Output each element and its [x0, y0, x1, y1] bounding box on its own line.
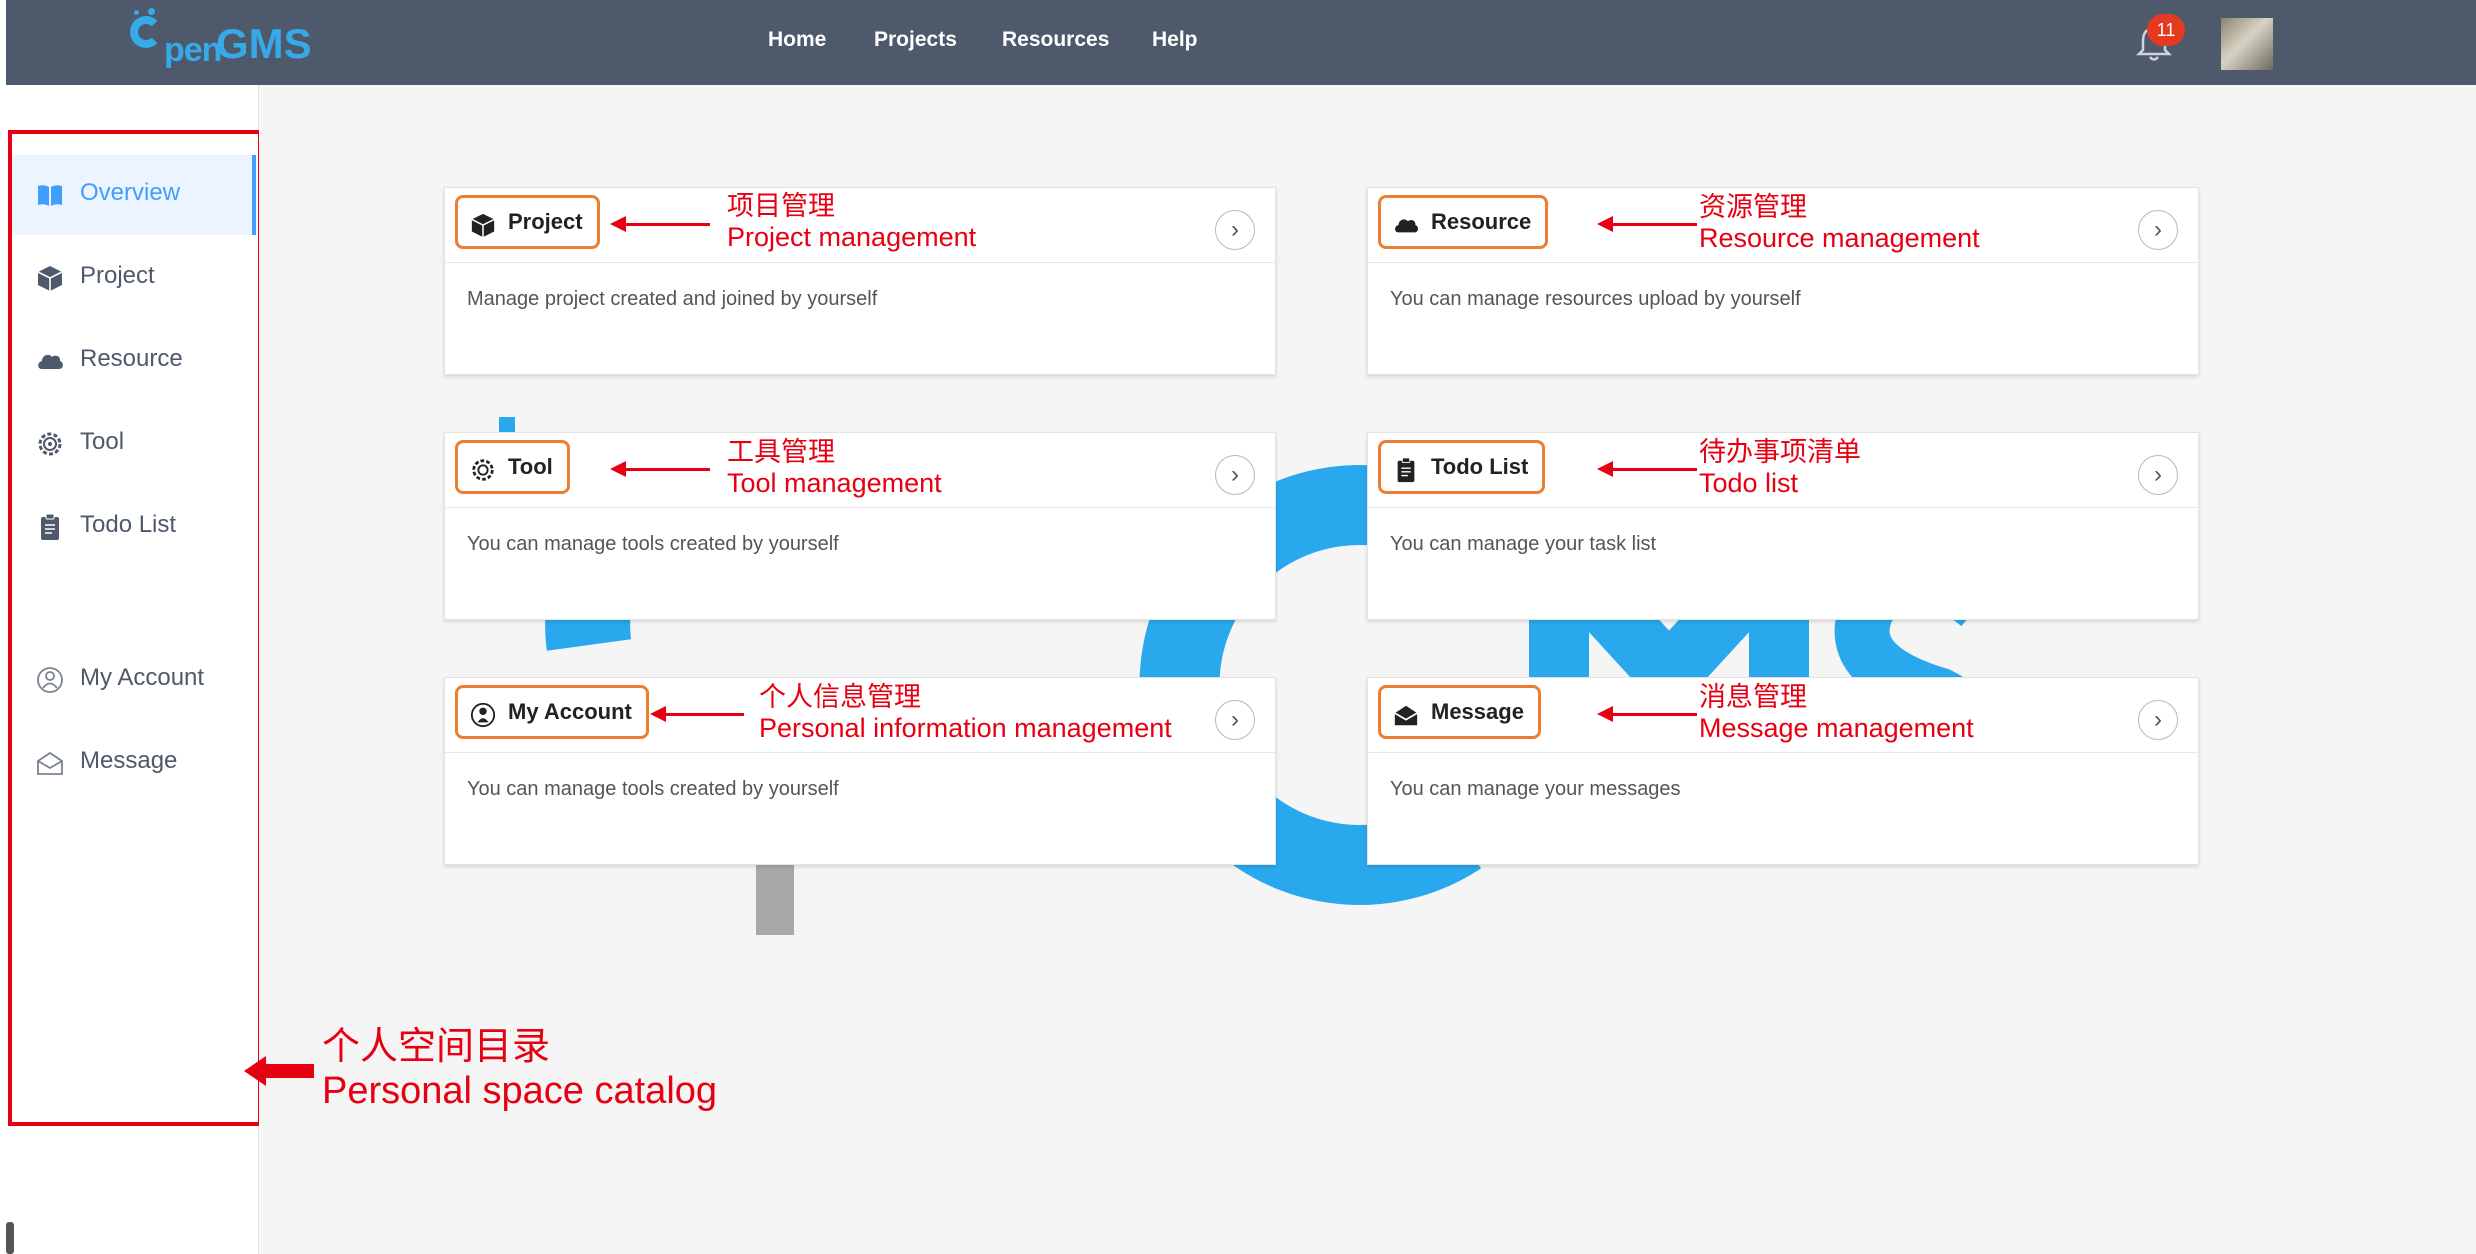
- annotation-en: Resource management: [1699, 223, 1980, 253]
- card-title[interactable]: Message: [1378, 685, 1541, 739]
- annotation-arrow: [650, 706, 744, 722]
- chevron-right-icon[interactable]: ›: [2138, 210, 2178, 250]
- annotation-cn: 待办事项清单: [1699, 437, 1861, 467]
- notification-badge[interactable]: 11: [2147, 14, 2185, 46]
- cube-icon: [471, 213, 495, 238]
- card-description: Manage project created and joined by you…: [467, 288, 878, 310]
- chevron-right-icon[interactable]: ›: [1215, 700, 1255, 740]
- chevron-right-icon[interactable]: ›: [1215, 455, 1255, 495]
- card-description: You can manage resources upload by yours…: [1390, 288, 1801, 310]
- card-title-text: Message: [1431, 699, 1524, 724]
- card-title[interactable]: My Account: [455, 685, 649, 739]
- annotation-tool: 工具管理 Tool management: [727, 437, 942, 499]
- chevron-right-icon[interactable]: ›: [2138, 700, 2178, 740]
- user-icon: [470, 702, 496, 728]
- cloud-icon: [1395, 219, 1418, 233]
- logo-dot: [134, 10, 139, 15]
- card-title-text: Project: [508, 209, 583, 234]
- card-title[interactable]: Resource: [1378, 195, 1549, 249]
- user-avatar[interactable]: [2221, 18, 2273, 70]
- clipboard-icon: [1397, 457, 1415, 483]
- card-title-text: Todo List: [1431, 454, 1529, 479]
- annotation-arrow: [1597, 461, 1697, 477]
- chevron-right-icon[interactable]: ›: [1215, 210, 1255, 250]
- card-description: You can manage your task list: [1390, 533, 1657, 555]
- sidebar-highlight-box: [8, 130, 262, 1126]
- nav-help[interactable]: Help: [1152, 28, 1198, 52]
- chevron-right-icon[interactable]: ›: [2138, 455, 2178, 495]
- nav-home[interactable]: Home: [768, 28, 826, 52]
- card-title-text: Tool: [508, 454, 553, 479]
- card-title[interactable]: Todo List: [1378, 440, 1546, 494]
- annotation-cn: 消息管理: [1699, 682, 1807, 712]
- annotation-arrow: [610, 216, 710, 232]
- card-description: You can manage your messages: [1390, 778, 1681, 800]
- top-navbar: pen GMS Home Projects Resources Help 11: [6, 0, 2476, 85]
- annotation-arrow: [1597, 216, 1697, 232]
- annotation-my-account: 个人信息管理 Personal information management: [759, 682, 1172, 744]
- card-title[interactable]: Tool: [455, 440, 570, 494]
- card-description: You can manage tools created by yourself: [467, 778, 839, 800]
- scroll-handle[interactable]: [6, 1222, 14, 1254]
- annotation-sidebar: 个人空间目录 Personal space catalog: [322, 1025, 717, 1113]
- envelope-icon: [1394, 705, 1418, 726]
- annotation-todo-list: 待办事项清单 Todo list: [1699, 437, 1861, 499]
- logo-pen-text: pen: [164, 31, 222, 69]
- annotation-big-arrow: [244, 1056, 314, 1086]
- annotation-en: Personal information management: [759, 713, 1172, 743]
- logo-o-ring: [130, 16, 162, 48]
- annotation-cn: 个人信息管理: [759, 682, 921, 712]
- annotation-cn: 资源管理: [1699, 192, 1807, 222]
- nav-resources[interactable]: Resources: [1002, 28, 1109, 52]
- annotation-en: Project management: [727, 222, 977, 252]
- annotation-message: 消息管理 Message management: [1699, 682, 1974, 744]
- card-title-text: My Account: [508, 699, 632, 724]
- gear-icon: [472, 459, 494, 481]
- annotation-en: Tool management: [727, 468, 942, 498]
- card-description: You can manage tools created by yourself: [467, 533, 839, 555]
- card-title[interactable]: Project: [455, 195, 600, 249]
- annotation-en: Todo list: [1699, 468, 1799, 498]
- logo-dot: [148, 8, 155, 15]
- annotation-project: 项目管理 Project management: [727, 191, 976, 253]
- nav-projects[interactable]: Projects: [874, 28, 957, 52]
- annotation-arrow: [1597, 706, 1697, 722]
- annotation-en: Message management: [1699, 713, 1974, 743]
- annotation-arrow: [610, 461, 710, 477]
- annotation-en: Personal space catalog: [322, 1070, 718, 1112]
- annotation-cn: 项目管理: [727, 191, 835, 221]
- card-title-text: Resource: [1431, 209, 1532, 234]
- logo-gms-text: GMS: [216, 20, 312, 67]
- annotation-cn: 工具管理: [727, 437, 835, 467]
- annotation-cn: 个人空间目录: [322, 1026, 551, 1068]
- annotation-resource: 资源管理 Resource management: [1699, 192, 1980, 254]
